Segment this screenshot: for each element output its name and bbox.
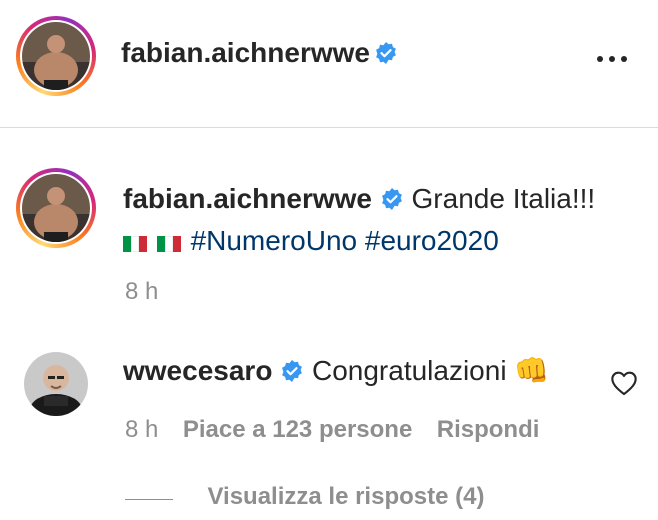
post-timestamp[interactable]: 8 h <box>125 278 158 306</box>
header-avatar[interactable] <box>16 16 96 96</box>
italy-flag-icon <box>123 222 147 252</box>
heart-icon[interactable] <box>610 370 638 396</box>
comment-meta-row: 8 h Piace a 123 persone Rispondi <box>125 416 539 444</box>
avatar-image <box>22 22 90 90</box>
likes-count-link[interactable]: Piace a 123 persone <box>183 416 412 443</box>
avatar-image <box>22 174 90 242</box>
post-header: fabian.aichnerwwe <box>0 0 658 128</box>
italy-flag-icon <box>156 222 181 252</box>
commenter-username[interactable]: wwecesaro <box>123 355 272 386</box>
view-replies-row[interactable]: Visualizza le risposte (4) <box>125 483 484 511</box>
comment-body: wwecesaro Congratulazioni 👊 <box>123 352 549 390</box>
caption-text: Grande Italia!!! <box>411 183 596 214</box>
view-replies-link[interactable]: Visualizza le risposte (4) <box>207 483 484 510</box>
verified-badge-icon <box>282 360 303 382</box>
verified-badge-icon <box>381 188 402 210</box>
fist-emoji: 👊 <box>514 355 550 386</box>
post-caption: fabian.aichnerwwe Grande Italia!!! #Nume… <box>123 178 623 262</box>
hashtag-link[interactable]: #euro2020 <box>365 225 499 256</box>
verified-badge-icon <box>376 42 397 64</box>
comment-timestamp[interactable]: 8 h <box>125 416 158 443</box>
reply-button[interactable]: Rispondi <box>437 416 540 443</box>
comment-text: Congratulazioni <box>311 355 507 386</box>
header-username[interactable]: fabian.aichnerwwe <box>121 37 370 68</box>
caption-avatar[interactable] <box>16 168 96 248</box>
commenter-avatar[interactable] <box>24 352 88 416</box>
more-options-icon[interactable] <box>592 44 632 74</box>
replies-divider-line <box>125 499 173 501</box>
caption-username[interactable]: fabian.aichnerwwe <box>123 183 372 214</box>
hashtag-link[interactable]: #NumeroUno <box>191 225 358 256</box>
avatar-image <box>24 352 88 416</box>
